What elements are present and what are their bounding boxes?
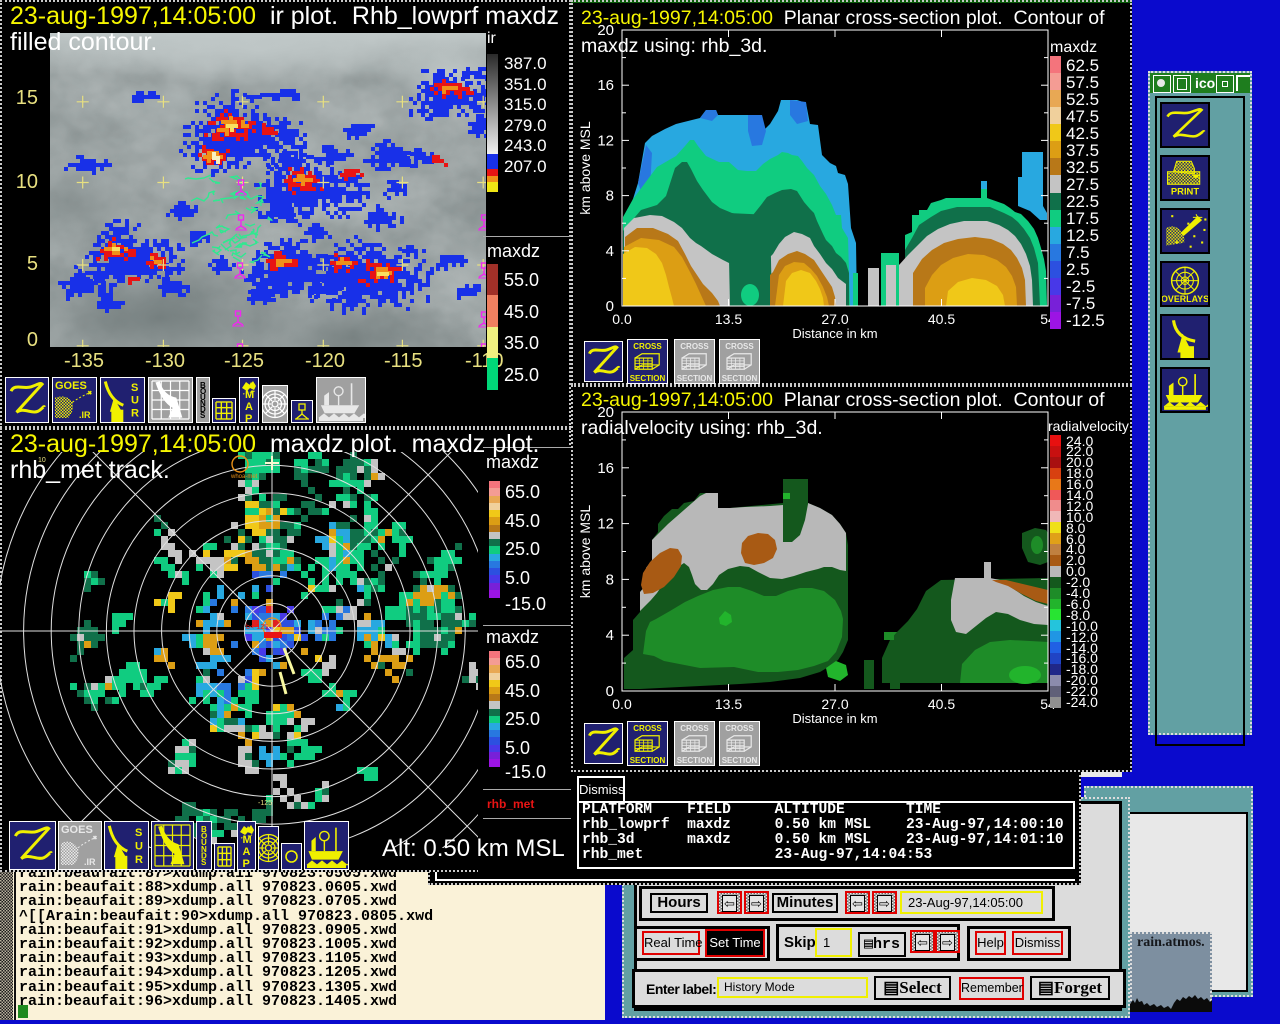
svg-text:13.5: 13.5 xyxy=(715,311,742,327)
svg-text:12: 12 xyxy=(597,516,614,533)
svg-text:40.5: 40.5 xyxy=(928,311,955,327)
svg-text:CROSS: CROSS xyxy=(680,724,709,733)
svg-text:km above MSL: km above MSL xyxy=(577,121,593,215)
svg-text:SECTION: SECTION xyxy=(677,756,713,765)
svg-text:8: 8 xyxy=(606,188,614,205)
svg-text:0.0: 0.0 xyxy=(612,311,632,327)
svg-text:.IR: .IR xyxy=(79,410,91,420)
svg-text:SECTION: SECTION xyxy=(722,756,758,765)
svg-text:40.5: 40.5 xyxy=(928,696,955,712)
svg-text:S: S xyxy=(131,382,138,394)
svg-text:0.0: 0.0 xyxy=(612,696,632,712)
svg-text:12: 12 xyxy=(597,132,614,149)
svg-text:Distance in km: Distance in km xyxy=(792,326,877,341)
svg-text:27.0: 27.0 xyxy=(821,696,848,712)
svg-text:M: M xyxy=(245,389,254,401)
svg-text:.IR: .IR xyxy=(84,857,96,867)
svg-text:U: U xyxy=(131,395,139,407)
svg-text:16: 16 xyxy=(597,460,614,477)
svg-text:GOES: GOES xyxy=(55,380,87,392)
svg-text:A: A xyxy=(245,401,253,413)
svg-text:M: M xyxy=(243,834,252,846)
svg-text:U: U xyxy=(135,840,143,852)
svg-text:8: 8 xyxy=(606,571,614,588)
svg-text:CROSS: CROSS xyxy=(633,724,662,733)
svg-text:P: P xyxy=(243,858,250,869)
svg-text:S: S xyxy=(135,827,142,839)
svg-text:GOES: GOES xyxy=(61,824,93,836)
svg-text:P: P xyxy=(245,413,252,422)
svg-text:13.5: 13.5 xyxy=(715,696,742,712)
svg-text:CROSS: CROSS xyxy=(725,342,754,351)
svg-text:S: S xyxy=(200,411,206,420)
svg-text:CROSS: CROSS xyxy=(680,342,709,351)
svg-text:4: 4 xyxy=(606,243,614,260)
svg-text:PRINT: PRINT xyxy=(1171,186,1199,197)
svg-text:27.0: 27.0 xyxy=(821,311,848,327)
svg-text:A: A xyxy=(243,846,251,858)
svg-text:SECTION: SECTION xyxy=(630,374,666,383)
svg-text:16: 16 xyxy=(597,77,614,94)
svg-text:CROSS: CROSS xyxy=(725,724,754,733)
svg-text:R: R xyxy=(131,407,139,419)
svg-text:4: 4 xyxy=(606,627,614,644)
svg-text:SECTION: SECTION xyxy=(630,756,666,765)
svg-text:CROSS: CROSS xyxy=(633,342,662,351)
svg-text:SECTION: SECTION xyxy=(677,374,713,383)
svg-text:Distance in km: Distance in km xyxy=(792,711,877,726)
svg-text:R: R xyxy=(135,854,143,866)
svg-text:km above MSL: km above MSL xyxy=(577,505,593,599)
svg-text:S: S xyxy=(201,858,207,867)
svg-text:OVERLAYS: OVERLAYS xyxy=(1162,294,1208,304)
svg-text:SECTION: SECTION xyxy=(722,374,758,383)
